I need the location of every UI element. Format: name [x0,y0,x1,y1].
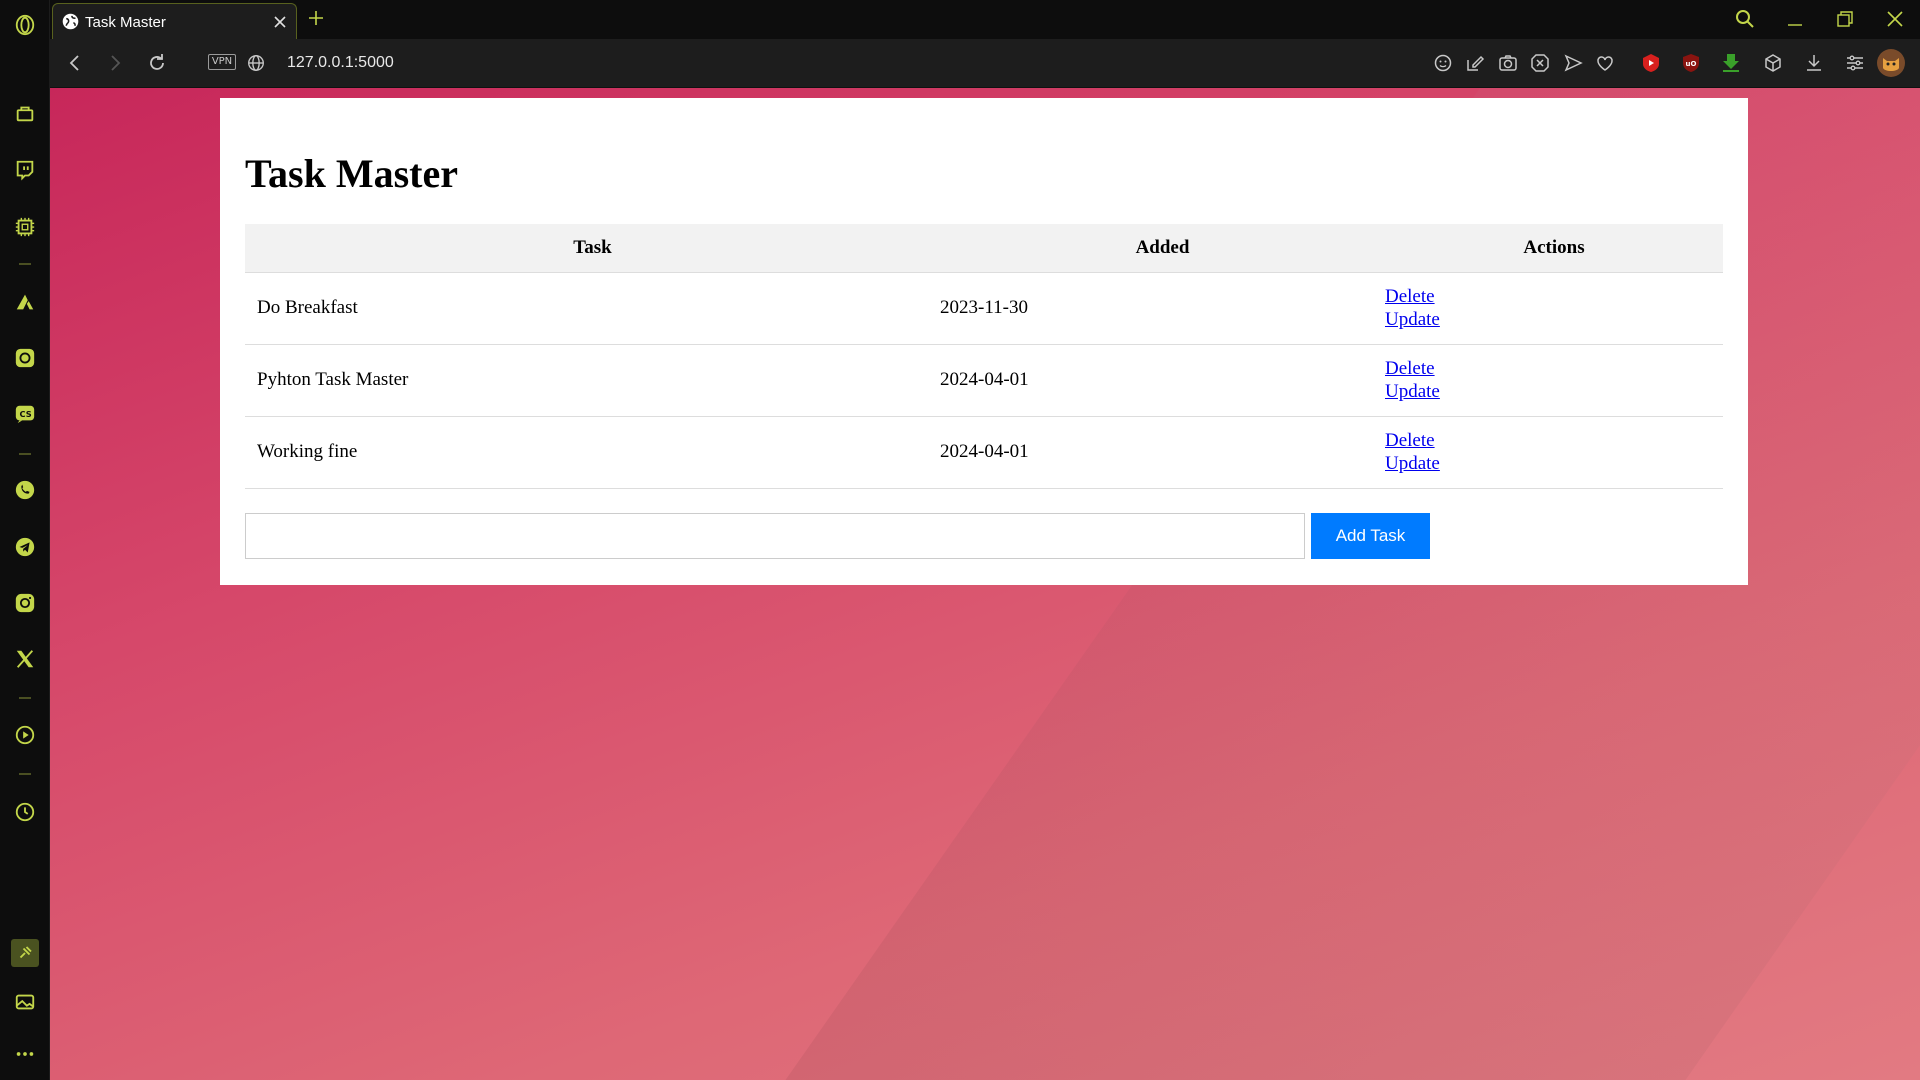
added-cell: 2024-04-01 [940,344,1385,417]
update-link[interactable]: Update [1385,380,1723,403]
sidebar-separator [19,697,31,699]
chatgpt-icon[interactable] [13,346,37,370]
profile-avatar-icon[interactable] [1876,48,1906,78]
header-task: Task [245,224,940,273]
close-tab-icon[interactable] [272,14,288,30]
gallery-icon[interactable] [13,990,37,1014]
actions-cell: Delete Update [1385,272,1723,345]
delete-link[interactable]: Delete [1385,285,1723,308]
page-viewport: Task Master Task Added Actions Do Breakf… [50,88,1920,1080]
table-header-row: Task Added Actions [245,224,1723,273]
forward-icon[interactable] [104,52,126,74]
delete-link[interactable]: Delete [1385,357,1723,380]
header-actions: Actions [1385,224,1723,273]
pinboard-icon[interactable] [11,939,39,967]
task-cell: Do Breakfast [245,272,940,345]
address-bar-row: VPN 127.0.0.1:5000 uO [50,39,1920,88]
tasks-table: Task Added Actions Do Breakfast 2023-11-… [245,224,1723,489]
history-icon[interactable] [13,800,37,824]
restore-window-icon[interactable] [1834,8,1856,30]
url-field[interactable]: 127.0.0.1:5000 [287,54,394,72]
aria-icon[interactable] [13,290,37,314]
snapshot-edit-icon[interactable] [1464,52,1486,74]
add-task-button[interactable]: Add Task [1311,513,1430,559]
minimize-window-icon[interactable] [1784,8,1806,30]
easy-setup-icon[interactable] [1844,52,1866,74]
cpu-icon[interactable] [13,215,37,239]
svg-text:uO: uO [1686,60,1697,68]
page-title: Task Master [245,151,458,196]
new-tab-plus-icon[interactable] [305,7,327,29]
shopping-icon[interactable] [13,101,37,125]
telegram-icon[interactable] [13,535,37,559]
added-cell: 2023-11-30 [940,272,1385,345]
task-master-card: Task Master Task Added Actions Do Breakf… [220,98,1748,585]
instagram-icon[interactable] [13,591,37,615]
close-window-icon[interactable] [1884,8,1906,30]
globe-favicon-icon [62,13,79,30]
chatgpt-cs-icon[interactable]: CS [13,402,37,426]
back-icon[interactable] [64,52,86,74]
camera-icon[interactable] [1497,52,1519,74]
emoji-icon[interactable] [1432,52,1454,74]
sidebar-separator [19,773,31,775]
youtube-icon[interactable] [1640,52,1662,74]
table-row: Do Breakfast 2023-11-30 Delete Update [245,272,1723,345]
update-link[interactable]: Update [1385,308,1723,331]
downloads-icon[interactable] [1803,52,1825,74]
more-icon[interactable] [13,1042,37,1066]
sidebar-separator [19,453,31,455]
delete-link[interactable]: Delete [1385,429,1723,452]
heart-icon[interactable] [1594,52,1616,74]
actions-cell: Delete Update [1385,344,1723,417]
send-icon[interactable] [1562,52,1584,74]
site-info-globe-icon[interactable] [246,53,266,73]
svg-text:CS: CS [20,409,32,419]
new-task-input[interactable] [245,513,1305,559]
whatsapp-icon[interactable] [13,478,37,502]
table-row: Pyhton Task Master 2024-04-01 Delete Upd… [245,344,1723,417]
actions-cell: Delete Update [1385,416,1723,489]
added-cell: 2024-04-01 [940,416,1385,489]
block-icon[interactable] [1529,52,1551,74]
task-cell: Pyhton Task Master [245,344,940,417]
sidebar-separator [19,263,31,265]
twitch-icon[interactable] [13,158,37,182]
task-cell: Working fine [245,416,940,489]
search-tabs-icon[interactable] [1734,8,1756,30]
vpn-badge[interactable]: VPN [208,54,236,70]
cube-icon[interactable] [1762,52,1784,74]
tab-title: Task Master [85,14,166,31]
browser-sidebar: CS [0,0,50,1080]
opera-logo-icon[interactable] [13,13,37,37]
x-twitter-icon[interactable] [13,647,37,671]
update-link[interactable]: Update [1385,452,1723,475]
tab-strip: Task Master [50,0,1920,39]
table-row: Working fine 2024-04-01 Delete Update [245,416,1723,489]
player-icon[interactable] [13,723,37,747]
ublock-icon[interactable]: uO [1680,52,1702,74]
reload-icon[interactable] [146,52,168,74]
download-arrow-icon[interactable] [1720,52,1742,74]
tab-task-master[interactable]: Task Master [52,3,297,39]
header-added: Added [940,224,1385,273]
